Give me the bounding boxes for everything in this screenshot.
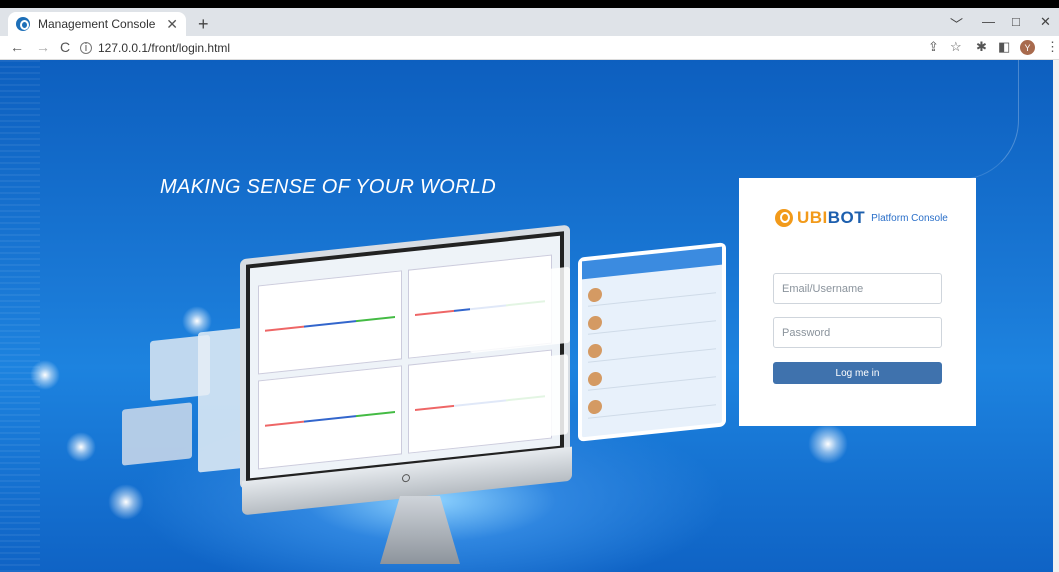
email-username-input[interactable] [773, 273, 942, 304]
monitor-illustration [240, 224, 570, 490]
page-scrollbar[interactable] [1053, 60, 1059, 572]
password-input[interactable] [773, 317, 942, 348]
screen-chart [258, 270, 402, 375]
new-tab-button[interactable]: + [198, 14, 209, 35]
profile-avatar[interactable]: Y [1020, 40, 1035, 55]
device-avatar-icon [588, 314, 602, 331]
bookmark-star-icon[interactable]: ☆ [950, 39, 962, 55]
light-flare [808, 424, 848, 464]
back-button[interactable]: ← [10, 39, 24, 55]
brand-subtitle: Platform Console [871, 212, 948, 224]
floating-dashboard-panel [122, 402, 192, 466]
brand-name: UBIBOT [797, 208, 865, 228]
login-button[interactable]: Log me in [773, 362, 942, 384]
browser-menu-icon[interactable]: ⋮ [1046, 39, 1059, 55]
floating-chart-panel [470, 266, 570, 354]
ubibot-logo: UBIBOT Platform Console [775, 208, 948, 228]
floating-chart-panel [454, 354, 568, 446]
mobile-app-illustration [578, 242, 726, 442]
ubibot-logo-icon [775, 209, 793, 227]
hero-headline: MAKING SENSE OF YOUR WORLD [160, 176, 497, 198]
url-text: 127.0.0.1/front/login.html [98, 40, 231, 55]
device-avatar-icon [588, 342, 602, 359]
monitor-stand [380, 496, 460, 564]
light-flare [66, 432, 96, 462]
tab-management-console[interactable]: Management Console ✕ [8, 12, 186, 36]
login-card: UBIBOT Platform Console Log me in [739, 178, 976, 426]
maximize-button[interactable]: □ [1012, 14, 1020, 29]
monitor-power-icon [402, 473, 410, 483]
side-panel-icon[interactable]: ◧ [998, 39, 1010, 55]
ubibot-favicon-icon [16, 17, 30, 31]
tab-bar: Management Console ✕ + ﹀ — □ ✕ [0, 8, 1059, 36]
brand-bot: BOT [827, 208, 866, 227]
reload-button[interactable]: C [60, 39, 70, 55]
close-window-button[interactable]: ✕ [1040, 14, 1051, 30]
close-tab-icon[interactable]: ✕ [166, 16, 178, 33]
address-toolbar: ← → C i 127.0.0.1/front/login.html ⇪ ☆ ✱… [0, 36, 1059, 60]
forward-button[interactable]: → [36, 39, 50, 55]
light-flare [108, 484, 144, 520]
brand-ubi: UBI [797, 208, 828, 227]
login-page: MAKING SENSE OF YOUR WORLD UBIBOT Platfo… [0, 60, 1059, 572]
light-flare [30, 360, 60, 390]
device-avatar-icon [588, 398, 602, 415]
light-flare [182, 306, 212, 336]
tab-title: Management Console [38, 17, 156, 31]
extensions-icon[interactable]: ✱ [976, 39, 987, 55]
share-icon[interactable]: ⇪ [928, 39, 939, 55]
screen-chart [258, 365, 402, 470]
minimize-button[interactable]: — [982, 14, 995, 29]
device-avatar-icon [588, 286, 602, 303]
background-code-texture [0, 60, 40, 572]
background-circuit-line [739, 60, 1019, 180]
window-top-edge [0, 0, 1059, 8]
site-info-icon[interactable]: i [80, 41, 92, 54]
address-bar[interactable]: i 127.0.0.1/front/login.html [80, 38, 920, 57]
device-avatar-icon [588, 370, 602, 387]
tab-search-icon[interactable]: ﹀ [950, 14, 963, 33]
